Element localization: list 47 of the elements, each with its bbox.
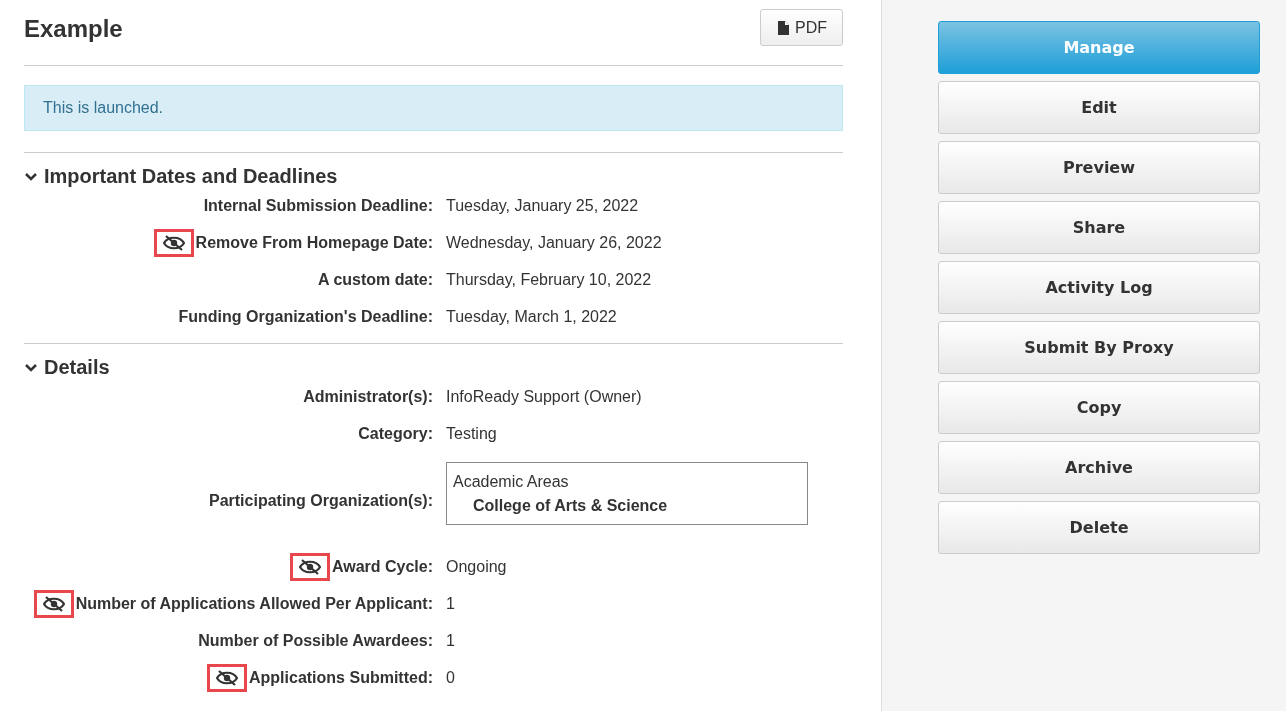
field-label: Category: [358,425,433,443]
field-label: A custom date: [318,271,433,289]
field-value: Thursday, February 10, 2022 [446,271,652,288]
action-button[interactable]: Preview [938,141,1260,194]
status-alert: This is launched. [24,85,843,131]
organization-name: College of Arts & Science [472,497,669,515]
chevron-icon [24,362,38,373]
field-value: Testing [446,425,497,442]
eye-slash-icon [162,235,185,251]
field-label: Participating Organization(s): [209,491,433,510]
action-button[interactable]: Delete [938,501,1260,554]
field-value: 0 [446,669,455,686]
field-value: Tuesday, March 1, 2022 [446,308,617,325]
group-name: Academic Areas [453,473,570,491]
field-label: Applications Submitted: [249,669,433,687]
action-button[interactable]: Activity Log [938,261,1260,314]
hidden-toggle[interactable] [33,590,74,618]
action-button[interactable]: Edit [938,81,1260,134]
field-label: Number of Applications Allowed Per Applicant: [75,595,433,613]
pdf-button[interactable]: PDF [760,9,843,46]
field-value: InfoReady Support (Owner) [446,388,642,405]
field-label: Administrator(s): [303,388,433,406]
eye-slash-icon [298,559,321,575]
eye-slash-icon [42,596,65,612]
section-header[interactable]: Details [24,356,110,379]
field-value: 1 [446,632,455,649]
field-label: Funding Organization's Deadline: [178,308,433,326]
action-button[interactable]: Submit By Proxy [938,321,1260,374]
field-value: Ongoing [446,558,507,575]
hidden-toggle[interactable] [207,664,247,692]
field-label: Remove From Homepage Date: [195,234,433,252]
field-value: Wednesday, January 26, 2022 [446,234,662,251]
field-value: 1 [446,595,455,612]
eye-slash-icon [216,670,238,686]
field-label: Number of Possible Awardees: [198,632,433,650]
action-button[interactable]: Share [938,201,1260,254]
action-button[interactable]: Copy [938,381,1260,434]
hidden-toggle[interactable] [153,229,194,257]
field-label: Award Cycle: [331,558,433,576]
document-icon [778,20,789,35]
section-header[interactable]: Important Dates and Deadlines [24,165,338,188]
chevron-icon [24,171,38,182]
page-title: Example [24,15,123,43]
field-value: Tuesday, January 25, 2022 [446,197,639,214]
action-button[interactable]: Archive [938,441,1260,494]
field-label: Internal Submission Deadline: [203,197,433,215]
hidden-toggle[interactable] [289,553,330,581]
